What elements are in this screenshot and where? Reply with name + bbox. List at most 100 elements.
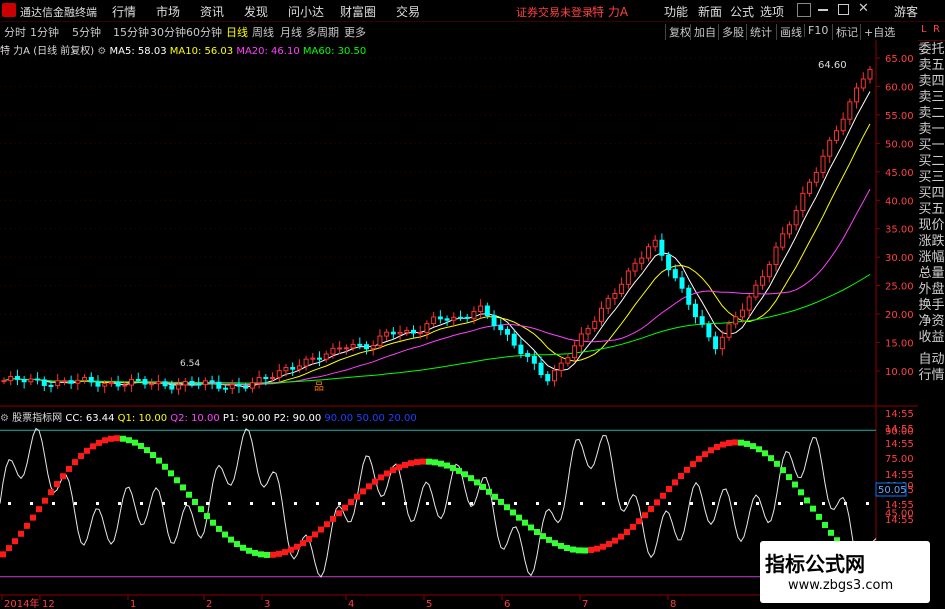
side-item[interactable]: 净资 bbox=[918, 314, 945, 330]
signal-segment bbox=[192, 498, 198, 505]
signal-segment bbox=[450, 464, 456, 471]
signal-segment bbox=[294, 543, 300, 550]
side-item[interactable]: 总量 bbox=[918, 266, 945, 282]
guest-label[interactable]: 游客 bbox=[894, 3, 918, 20]
menu-formula[interactable]: 公式 bbox=[730, 3, 754, 20]
minimize-icon[interactable] bbox=[818, 9, 828, 11]
side-item[interactable]: 现价 bbox=[918, 218, 945, 234]
side-item[interactable]: 换手 bbox=[918, 298, 945, 314]
side-item[interactable]: 卖二 bbox=[918, 106, 945, 122]
stock-label: 特 力A bbox=[0, 46, 31, 57]
side-right-icon[interactable]: R bbox=[933, 24, 940, 35]
price-axis-label: 55.00 bbox=[885, 111, 914, 122]
signal-segment bbox=[480, 483, 486, 490]
ma10-label: MA10: 56.03 bbox=[169, 46, 234, 57]
tab-30min[interactable]: 30分钟 bbox=[150, 24, 186, 40]
param-q2: Q2: 10.00 bbox=[170, 413, 220, 424]
menu-function[interactable]: 功能 bbox=[664, 3, 688, 20]
btn-f10[interactable]: F10 bbox=[804, 24, 828, 37]
x-axis-label: 5 bbox=[426, 599, 432, 609]
btn-adjust[interactable]: 复权 bbox=[665, 24, 691, 40]
signal-segment bbox=[600, 543, 606, 550]
side-left-icon[interactable]: L bbox=[921, 24, 927, 35]
signal-segment bbox=[114, 435, 120, 442]
side-item[interactable]: 卖一 bbox=[918, 122, 945, 138]
tab-daily[interactable]: 日线 bbox=[226, 24, 248, 40]
btn-add-watchlist[interactable]: +自选 bbox=[860, 24, 895, 40]
menu-item-discover[interactable]: 发现 bbox=[244, 3, 268, 20]
signal-segment bbox=[42, 497, 48, 504]
btn-stats[interactable]: 统计 bbox=[746, 24, 772, 40]
tab-15min[interactable]: 15分钟 bbox=[113, 24, 149, 40]
signal-segment bbox=[150, 452, 156, 459]
menu-item-wealth[interactable]: 财富圈 bbox=[340, 3, 376, 20]
side-item[interactable]: 卖四 bbox=[918, 74, 945, 90]
signal-segment bbox=[810, 505, 816, 512]
ma20-label: MA20: 46.10 bbox=[236, 46, 300, 57]
side-item[interactable]: 涨跌 bbox=[918, 234, 945, 250]
maximize-icon[interactable] bbox=[838, 4, 849, 15]
signal-segment bbox=[162, 463, 168, 470]
signal-segment bbox=[36, 506, 42, 513]
menu-item-trade[interactable]: 交易 bbox=[396, 3, 420, 20]
side-item[interactable]: 委托 bbox=[918, 42, 945, 58]
indicator-settings-icon[interactable]: ⚙ bbox=[0, 413, 9, 424]
tab-60min[interactable]: 60分钟 bbox=[186, 24, 222, 40]
tab-5min[interactable]: 5分钟 bbox=[72, 24, 101, 40]
settings-icon[interactable]: ⚙ bbox=[97, 46, 106, 57]
tab-weekly[interactable]: 周线 bbox=[252, 24, 274, 40]
signal-segment bbox=[120, 435, 126, 442]
signal-segment bbox=[54, 481, 60, 488]
side-item[interactable]: 买五 bbox=[918, 202, 945, 218]
side-item[interactable]: 外盘 bbox=[918, 282, 945, 298]
signal-segment bbox=[390, 467, 396, 474]
menu-new-page[interactable]: 新面 bbox=[698, 3, 722, 20]
side-item[interactable]: 涨幅 bbox=[918, 250, 945, 266]
price-axis-label: 20.00 bbox=[885, 310, 914, 321]
indicator-time-label: 14:55 bbox=[885, 439, 914, 450]
signal-segment bbox=[90, 443, 96, 450]
side-item[interactable]: 卖三 bbox=[918, 90, 945, 106]
menu-item-quotes[interactable]: 行情 bbox=[112, 3, 136, 20]
signal-segment bbox=[774, 460, 780, 467]
indicator-time-label: 14:55 bbox=[885, 515, 914, 526]
menu-item-ask[interactable]: 问小达 bbox=[288, 3, 324, 20]
side-item[interactable]: 自动 bbox=[918, 352, 945, 368]
btn-mark[interactable]: 标记 bbox=[832, 24, 858, 40]
level-50-dot bbox=[668, 502, 671, 505]
login-status[interactable]: 证券交易未登录 bbox=[516, 4, 593, 20]
signal-segment bbox=[348, 499, 354, 506]
tab-multi-period[interactable]: 多周期 bbox=[306, 24, 339, 40]
signal-segment bbox=[552, 540, 558, 547]
side-item[interactable]: 收益 bbox=[918, 330, 945, 346]
level-50-dot bbox=[426, 502, 429, 505]
param-line-20: 20.00 bbox=[388, 413, 417, 424]
signal-segment bbox=[384, 470, 390, 477]
tab-intraday[interactable]: 分时 bbox=[4, 24, 26, 40]
side-item[interactable]: 买四 bbox=[918, 186, 945, 202]
side-top: L R bbox=[918, 22, 945, 40]
level-50-dot bbox=[360, 502, 363, 505]
side-item[interactable]: 买一 bbox=[918, 138, 945, 154]
window-icon[interactable] bbox=[797, 3, 811, 17]
tab-more[interactable]: 更多 bbox=[344, 24, 366, 40]
menu-item-news[interactable]: 资讯 bbox=[200, 3, 224, 20]
menu-item-market[interactable]: 市场 bbox=[156, 3, 180, 20]
btn-add-self[interactable]: 加自 bbox=[690, 24, 716, 40]
btn-draw[interactable]: 画线 bbox=[776, 24, 802, 40]
price-axis-label: 35.00 bbox=[885, 225, 914, 236]
side-item[interactable]: 行情 bbox=[918, 368, 945, 384]
side-item[interactable]: 买三 bbox=[918, 170, 945, 186]
side-item[interactable]: 买二 bbox=[918, 154, 945, 170]
side-item[interactable]: 卖五 bbox=[918, 58, 945, 74]
signal-segment bbox=[636, 518, 642, 525]
chart-canvas[interactable]: 65.00 60.00 55.00 50.00 45.00 40.00 35.00 30.00… bbox=[0, 40, 918, 609]
menu-options[interactable]: 选项 bbox=[760, 3, 784, 20]
x-axis-label: 8 bbox=[670, 599, 676, 609]
btn-multi-stock[interactable]: 多股 bbox=[718, 24, 744, 40]
param-line-90: 90.00 bbox=[324, 413, 354, 424]
close-icon[interactable]: ✕ bbox=[858, 1, 869, 16]
stock-header: 特 力A bbox=[592, 5, 629, 19]
tab-monthly[interactable]: 月线 bbox=[280, 24, 302, 40]
tab-1min[interactable]: 1分钟 bbox=[30, 24, 59, 40]
